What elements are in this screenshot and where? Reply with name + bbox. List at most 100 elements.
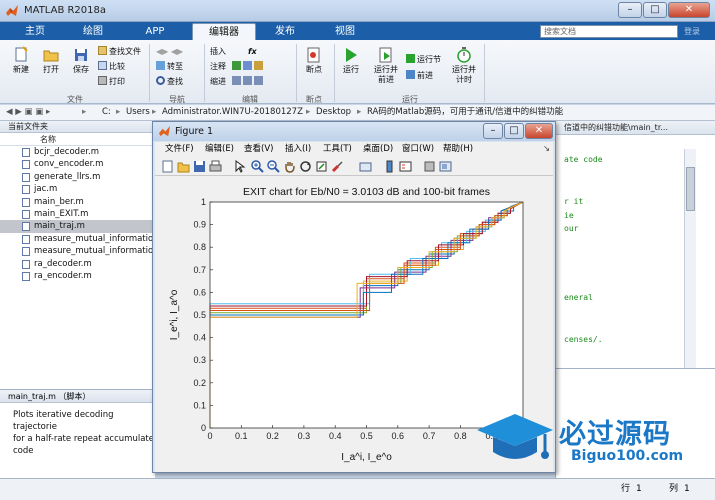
legend-icon[interactable]	[399, 160, 412, 173]
percent-icon	[232, 61, 241, 70]
y-tick-label: 0.7	[193, 265, 206, 275]
file-item[interactable]: main_ber.m	[0, 196, 154, 208]
run-and-advance-button[interactable]: 运行并 前进	[372, 46, 400, 85]
editor-tab[interactable]: 信道中的纠错功能\main_tr...	[556, 121, 715, 135]
pan-hand-icon[interactable]	[283, 160, 296, 173]
code-line: our	[564, 224, 579, 233]
compare-button[interactable]: 比较	[98, 61, 125, 72]
file-item[interactable]: ra_decoder.m	[0, 258, 154, 270]
figure-maximize-button[interactable]: □	[504, 123, 524, 139]
figure-close-button[interactable]: ✕	[525, 123, 553, 139]
breakpoints-button[interactable]: 断点	[300, 46, 328, 75]
menu-edit[interactable]: 编辑(E)	[205, 142, 234, 157]
path-nav-arrows-icon[interactable]: ◀ ▶ ▣ ▣ ▸	[6, 105, 50, 120]
file-item[interactable]: jac.m	[0, 183, 154, 195]
ribbon-divider	[484, 44, 485, 102]
menu-dock-icon[interactable]: ↘	[543, 142, 550, 157]
m-file-icon	[22, 271, 30, 281]
smart-indent-icon	[232, 76, 241, 85]
close-button[interactable]: ✕	[668, 2, 710, 18]
file-item[interactable]: bcjr_decoder.m	[0, 146, 154, 158]
colorbar-icon[interactable]	[383, 160, 396, 173]
maximize-button[interactable]: □	[643, 2, 667, 18]
figure-title-bar[interactable]: Figure 1 – □ ✕	[153, 122, 555, 141]
print-figure-icon[interactable]	[209, 160, 222, 173]
menu-view[interactable]: 查看(V)	[244, 142, 273, 157]
menu-file[interactable]: 文件(F)	[165, 142, 194, 157]
save-button[interactable]: 保存	[68, 46, 94, 75]
save-figure-icon[interactable]	[193, 160, 206, 173]
run-button[interactable]: 运行	[338, 46, 364, 75]
goto-button[interactable]: 转至	[156, 61, 183, 72]
hide-plot-tools-icon[interactable]	[423, 160, 436, 173]
tab-plots[interactable]: 绘图	[66, 23, 120, 40]
advance-button[interactable]: 前进	[406, 70, 433, 81]
menu-tools[interactable]: 工具(T)	[323, 142, 352, 157]
path-segment[interactable]: Administrator.WIN7U-20180127Z	[162, 105, 303, 120]
find-files-button[interactable]: 查找文件	[98, 46, 141, 57]
link-plot-icon[interactable]	[359, 160, 372, 173]
menu-desktop[interactable]: 桌面(D)	[363, 142, 393, 157]
zoom-in-icon[interactable]	[251, 160, 264, 173]
indent-button[interactable]: 缩进	[210, 76, 226, 87]
open-button[interactable]: 打开	[38, 46, 64, 75]
y-tick-label: 0.6	[193, 287, 206, 297]
wrap-icon	[254, 61, 263, 70]
print-button[interactable]: 打印	[98, 76, 125, 87]
insert-button[interactable]: 插入	[210, 46, 226, 57]
open-file-icon[interactable]	[177, 160, 190, 173]
path-segment[interactable]: C:	[102, 105, 111, 120]
comment-tools[interactable]	[232, 61, 265, 72]
run-advance-icon	[379, 47, 392, 63]
file-item[interactable]: measure_mutual_information	[0, 245, 154, 257]
path-segment[interactable]: Desktop	[316, 105, 351, 120]
file-item[interactable]: conv_encoder.m	[0, 158, 154, 170]
file-item-selected[interactable]: main_traj.m	[0, 220, 154, 233]
pointer-icon[interactable]	[233, 160, 246, 173]
path-segment[interactable]: Users	[126, 105, 150, 120]
run-section-button[interactable]: 运行节	[406, 54, 441, 65]
data-cursor-icon[interactable]	[315, 160, 328, 173]
figure-minimize-button[interactable]: –	[483, 123, 503, 139]
minimize-button[interactable]: –	[618, 2, 642, 18]
indent-tools[interactable]	[232, 76, 265, 87]
run-section-icon	[406, 54, 415, 63]
tab-publish[interactable]: 发布	[262, 23, 308, 40]
tab-home[interactable]: 主页	[8, 23, 62, 40]
code-line: r it	[564, 197, 584, 206]
file-item[interactable]: measure_mutual_information	[0, 233, 154, 245]
login-link[interactable]: 登录	[684, 26, 700, 37]
brush-icon[interactable]	[331, 160, 344, 173]
tab-view[interactable]: 视图	[322, 23, 368, 40]
x-tick-label: 0.6	[392, 431, 405, 441]
m-file-icon	[22, 197, 30, 207]
menu-insert[interactable]: 插入(I)	[285, 142, 311, 157]
new-figure-icon[interactable]	[161, 160, 174, 173]
new-button[interactable]: 新建	[8, 46, 34, 75]
fx-button[interactable]: fx	[248, 46, 257, 57]
tab-editor[interactable]: 编辑器	[192, 23, 256, 40]
editor-scrollbar[interactable]	[684, 149, 696, 368]
rotate-3d-icon[interactable]	[299, 160, 312, 173]
find-button[interactable]: 查找	[156, 76, 183, 87]
zoom-out-icon[interactable]	[267, 160, 280, 173]
tab-apps[interactable]: APP	[128, 23, 182, 40]
path-segment[interactable]: RA码的Matlab源码，可用于通讯/信道中的纠错功能	[367, 105, 563, 120]
run-and-time-button[interactable]: 运行并 计时	[450, 46, 478, 85]
x-axis-label: I_a^i, I_e^o	[341, 452, 392, 463]
comment-button[interactable]: 注释	[210, 61, 226, 72]
scrollbar-thumb[interactable]	[686, 167, 695, 211]
app-title-bar: MATLAB R2018a – □ ✕	[0, 0, 715, 22]
y-tick-label: 0.9	[193, 220, 206, 230]
file-item[interactable]: ra_encoder.m	[0, 270, 154, 282]
matlab-logo-icon	[158, 125, 171, 137]
name-column-header[interactable]: 名称	[0, 133, 154, 146]
file-item[interactable]: main_EXIT.m	[0, 208, 154, 220]
menu-window[interactable]: 窗口(W)	[402, 142, 434, 157]
address-bar[interactable]: ◀ ▶ ▣ ▣ ▸ ▸ C: ▸ Users ▸ Administrator.W…	[0, 105, 715, 121]
menu-help[interactable]: 帮助(H)	[443, 142, 473, 157]
y-tick-label: 0	[201, 423, 206, 433]
show-plot-tools-icon[interactable]	[439, 160, 452, 173]
search-documentation-input[interactable]: 搜索文档	[540, 25, 678, 38]
file-item[interactable]: generate_llrs.m	[0, 171, 154, 183]
